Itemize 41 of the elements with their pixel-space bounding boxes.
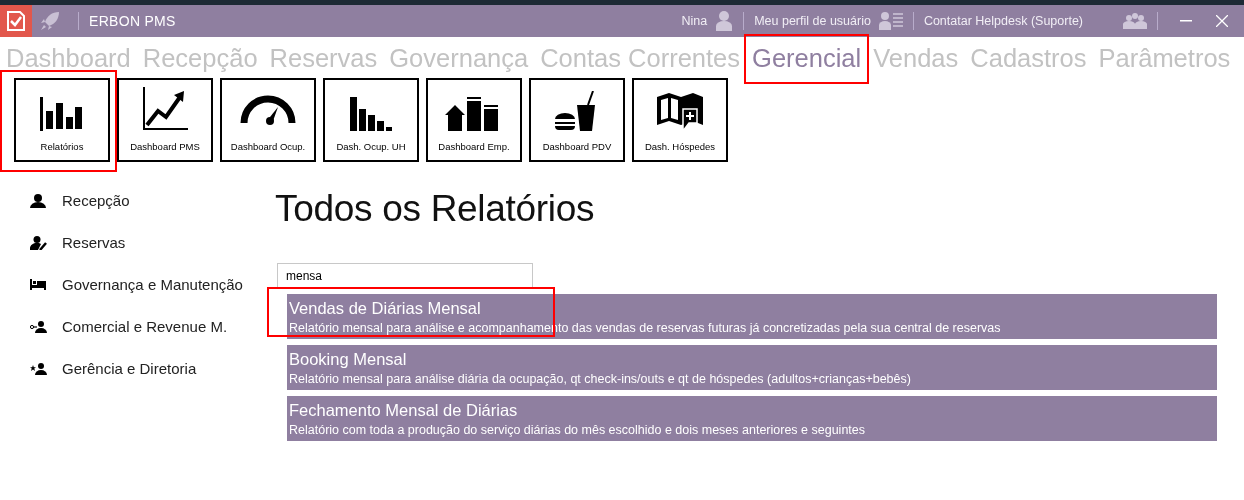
bar-chart-icon xyxy=(350,97,392,131)
window-title: ERBON PMS xyxy=(89,13,176,29)
helpdesk-link[interactable]: Contatar Helpdesk (Suporte) xyxy=(923,14,1083,28)
close-icon[interactable] xyxy=(1216,15,1228,27)
person-star-icon xyxy=(30,362,48,375)
person-edit-icon xyxy=(30,235,47,250)
profile-link[interactable]: Meu perfil de usuário xyxy=(754,14,871,28)
group-icon[interactable] xyxy=(1123,13,1147,29)
module-tile[interactable]: Dashboard Emp. xyxy=(426,78,522,162)
nav-tab[interactable]: Gerencial xyxy=(752,43,862,73)
sidebar-item[interactable]: Gerência e Diretoria xyxy=(62,360,197,377)
module-tile[interactable]: Relatórios xyxy=(14,78,110,162)
bed-icon xyxy=(30,279,46,290)
map-icon xyxy=(657,91,703,131)
page-title: Todos os Relatórios xyxy=(275,188,596,230)
bar-chart-icon xyxy=(40,97,84,131)
report-item[interactable]: Fechamento Mensal de Diárias Relatório com toda a produção do serviço diárias do mês escolhido e dois meses anteriores e seguintes xyxy=(287,396,1217,441)
search-field[interactable]: mensa xyxy=(277,263,533,289)
module-tile[interactable]: Dash. Hóspedes xyxy=(632,78,728,162)
minimize-icon[interactable] xyxy=(1180,20,1192,22)
sidebar-item[interactable]: Reservas xyxy=(62,234,126,251)
report-description: Relatório mensal para análise diária da ocupação, qt check-ins/outs e qt de hóspedes (adultos+crianças+bebês) xyxy=(289,371,912,388)
user-name[interactable]: Nina xyxy=(681,14,708,28)
report-title: Vendas de Diárias Mensal xyxy=(289,298,482,319)
sidebar-item[interactable]: Comercial e Revenue M. xyxy=(62,318,228,335)
report-title: Booking Mensal xyxy=(289,349,408,370)
user-icon[interactable] xyxy=(715,11,734,31)
line-chart-icon xyxy=(142,87,188,131)
person-key-icon xyxy=(30,320,48,333)
sidebar-item[interactable]: Governança e Manutenção xyxy=(62,276,243,293)
module-tile[interactable]: Dashboard PMS xyxy=(117,78,213,162)
module-tile[interactable]: Dash. Ocup. UH xyxy=(323,78,419,162)
module-tile[interactable]: Dashboard PDV xyxy=(529,78,625,162)
sidebar-item[interactable]: Recepção xyxy=(62,192,130,209)
module-tile[interactable]: Dashboard Ocup. xyxy=(220,78,316,162)
rocket-icon[interactable] xyxy=(40,11,60,31)
person-icon xyxy=(30,193,46,208)
report-description: Relatório com toda a produção do serviço diárias do mês escolhido e dois meses anteriores e seguintes xyxy=(289,422,866,439)
report-title: Fechamento Mensal de Diárias xyxy=(289,400,519,421)
user-list-icon[interactable] xyxy=(878,12,903,30)
report-item[interactable]: Booking Mensal Relatório mensal para análise diária da ocupação, qt check-ins/outs e qt de hóspedes (adultos+crianças+bebês) xyxy=(287,345,1217,390)
